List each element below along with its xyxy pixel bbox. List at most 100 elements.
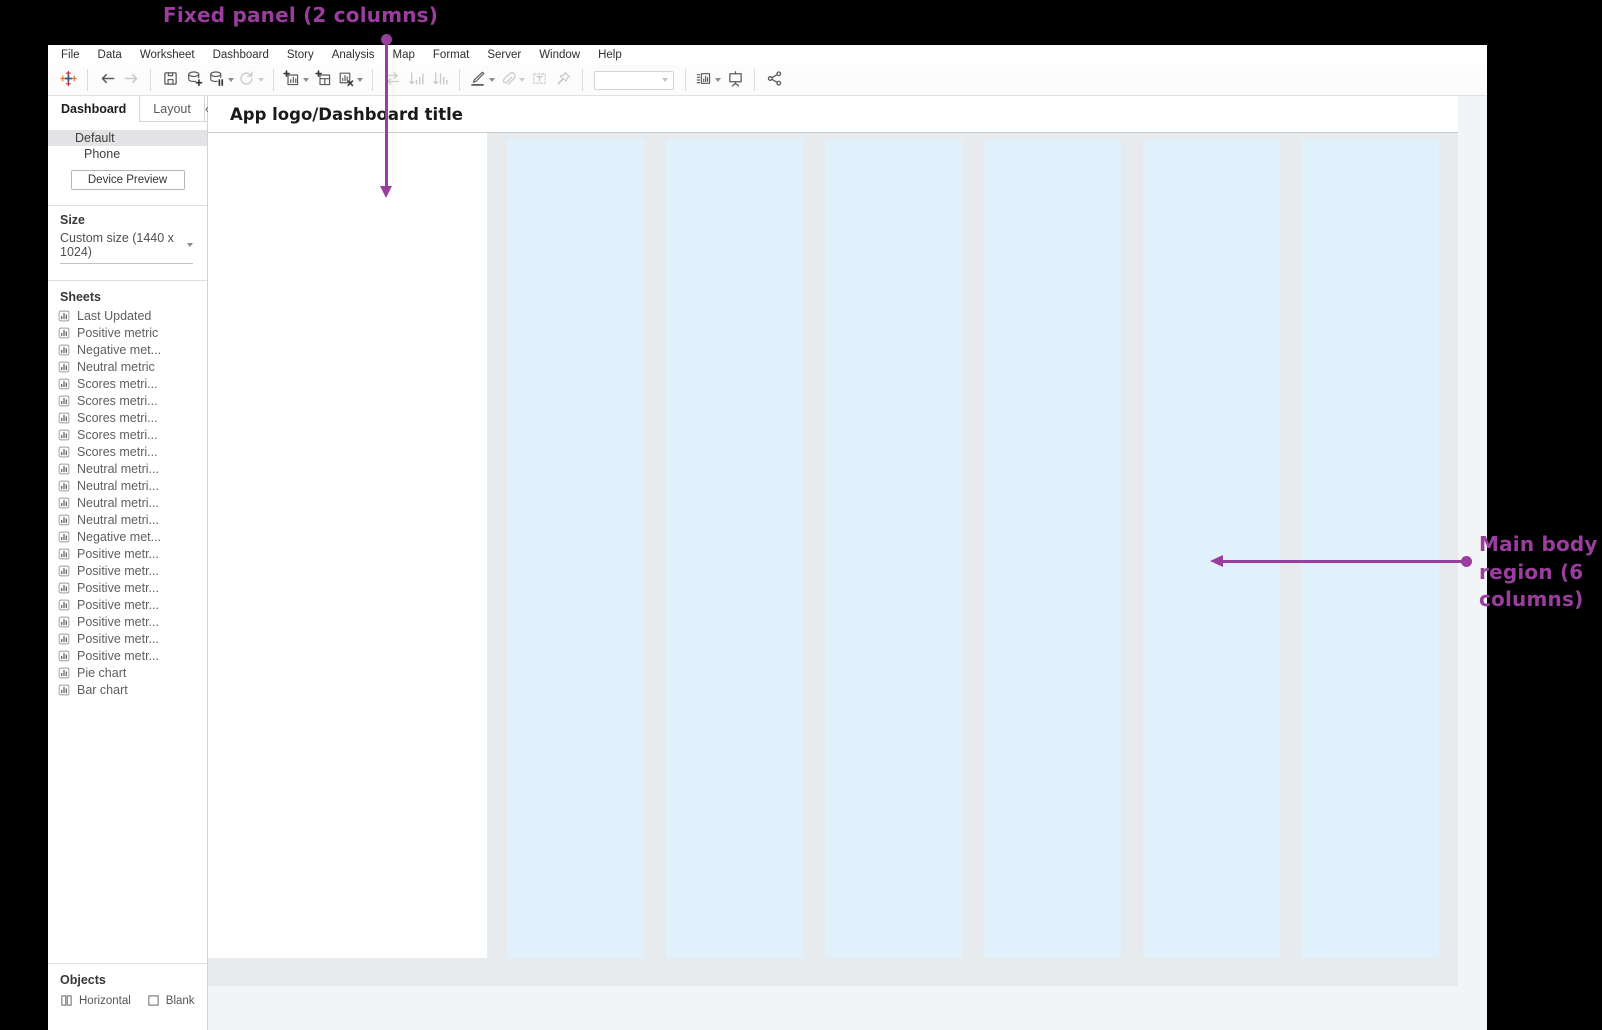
main-body-column[interactable] [666, 139, 803, 958]
sheet-item[interactable]: Last Updated [48, 307, 207, 324]
menu-map[interactable]: Map [384, 45, 424, 65]
fit-dropdown[interactable] [594, 71, 674, 90]
pause-data-updates-button[interactable] [206, 67, 236, 93]
worksheet-icon [58, 667, 70, 679]
blank-object-icon [147, 994, 160, 1007]
dashboard-title-zone[interactable]: App logo/Dashboard title [208, 96, 1458, 133]
object-item-blank[interactable]: Blank [147, 994, 195, 1007]
sheet-item-label: Negative met... [77, 343, 161, 357]
sheet-item[interactable]: Scores metri... [48, 375, 207, 392]
main-body-column[interactable] [984, 139, 1121, 958]
sheet-item-label: Pie chart [77, 666, 126, 680]
divider [48, 205, 207, 206]
menu-data[interactable]: Data [89, 45, 131, 65]
sheet-item-label: Neutral metri... [77, 513, 159, 527]
device-item-phone[interactable]: Phone [48, 146, 207, 162]
main-body-column[interactable] [507, 139, 644, 958]
menu-window[interactable]: Window [530, 45, 589, 65]
sheet-item[interactable]: Neutral metri... [48, 494, 207, 511]
sheet-item-label: Bar chart [77, 683, 128, 697]
paperclip-button[interactable] [497, 67, 527, 93]
sheet-item-label: Positive metr... [77, 598, 159, 612]
highlighter-button[interactable] [467, 67, 497, 93]
sheet-item[interactable]: Neutral metri... [48, 511, 207, 528]
chevron-down-icon [357, 78, 363, 82]
sheet-item[interactable]: Positive metr... [48, 596, 207, 613]
refresh-data-button[interactable] [236, 67, 266, 93]
show-cards-button[interactable] [693, 67, 723, 93]
toolbar-separator [685, 69, 686, 91]
tab-layout[interactable]: Layout [139, 96, 204, 122]
sheet-item[interactable]: Scores metri... [48, 409, 207, 426]
toolbar-separator [87, 69, 88, 91]
divider [48, 963, 207, 964]
sheet-item[interactable]: Scores metri... [48, 392, 207, 409]
chevron-down-icon [715, 78, 721, 82]
device-item-default[interactable]: Default [48, 130, 207, 146]
sheet-item[interactable]: Neutral metri... [48, 477, 207, 494]
device-preview-button[interactable]: Device Preview [71, 170, 185, 190]
sheet-item[interactable]: Positive metr... [48, 613, 207, 630]
back-arrow-button[interactable] [95, 67, 119, 93]
sheet-item[interactable]: Positive metr... [48, 630, 207, 647]
pin-button[interactable] [551, 67, 575, 93]
presentation-mode-button[interactable] [723, 67, 747, 93]
text-label-button[interactable] [527, 67, 551, 93]
sidebar-tabstrip: Dashboard Layout ‹ [48, 96, 207, 122]
sheet-item-label: Last Updated [77, 309, 151, 323]
new-worksheet-button[interactable] [281, 67, 311, 93]
main-body-column[interactable] [1302, 139, 1439, 958]
menu-analysis[interactable]: Analysis [323, 45, 384, 65]
paperclip-icon [499, 70, 516, 90]
clear-sheet-button[interactable] [335, 67, 365, 93]
sheet-item[interactable]: Negative met... [48, 528, 207, 545]
sheet-item[interactable]: Positive metr... [48, 579, 207, 596]
worksheet-icon [58, 446, 70, 458]
share-button[interactable] [762, 67, 786, 93]
main-body-column[interactable] [1143, 139, 1280, 958]
size-dropdown[interactable]: Custom size (1440 x 1024) [60, 231, 193, 264]
presentation-mode-icon [727, 70, 744, 90]
sheet-item[interactable]: Positive metr... [48, 562, 207, 579]
save-button[interactable] [158, 67, 182, 93]
objects-row: Horizontal Blank [48, 994, 207, 1007]
sheet-item[interactable]: Scores metri... [48, 443, 207, 460]
sort-descending-button[interactable] [428, 67, 452, 93]
menu-format[interactable]: Format [424, 45, 478, 65]
sheet-item[interactable]: Bar chart [48, 681, 207, 698]
sheet-item[interactable]: Pie chart [48, 664, 207, 681]
toolbar-separator [372, 69, 373, 91]
sort-descending-icon [432, 70, 449, 90]
menu-server[interactable]: Server [478, 45, 530, 65]
tab-dashboard[interactable]: Dashboard [48, 96, 139, 122]
tableau-logo-button[interactable] [56, 67, 80, 93]
sheet-item[interactable]: Neutral metri... [48, 460, 207, 477]
dashboard-sidebar: Dashboard Layout ‹ Default Phone Device … [48, 96, 208, 1030]
sheet-item[interactable]: Neutral metric [48, 358, 207, 375]
sheet-item[interactable]: Positive metr... [48, 647, 207, 664]
new-dashboard-button[interactable] [311, 67, 335, 93]
sheet-item[interactable]: Positive metr... [48, 545, 207, 562]
fixed-panel-zone[interactable] [208, 133, 487, 958]
menu-file[interactable]: File [52, 45, 89, 65]
sheet-item-label: Positive metric [77, 326, 158, 340]
sheet-item[interactable]: Scores metri... [48, 426, 207, 443]
object-item-horizontal[interactable]: Horizontal [60, 994, 131, 1007]
forward-arrow-button[interactable] [119, 67, 143, 93]
sheet-item-label: Positive metr... [77, 615, 159, 629]
worksheet-icon [58, 463, 70, 475]
menu-worksheet[interactable]: Worksheet [131, 45, 204, 65]
sheet-item[interactable]: Positive metric [48, 324, 207, 341]
swap-axes-button[interactable] [380, 67, 404, 93]
menu-dashboard[interactable]: Dashboard [204, 45, 278, 65]
sheet-item[interactable]: Negative met... [48, 341, 207, 358]
new-data-source-button[interactable] [182, 67, 206, 93]
menu-help[interactable]: Help [589, 45, 631, 65]
menu-story[interactable]: Story [278, 45, 323, 65]
annotation-arrow-line [1223, 560, 1466, 563]
sheets-section-header: Sheets [48, 290, 207, 304]
sheet-list: Last Updated Positive metric Negative met.… [48, 307, 207, 698]
sort-ascending-button[interactable] [404, 67, 428, 93]
chevron-down-icon [258, 78, 264, 82]
main-body-column[interactable] [825, 139, 962, 958]
